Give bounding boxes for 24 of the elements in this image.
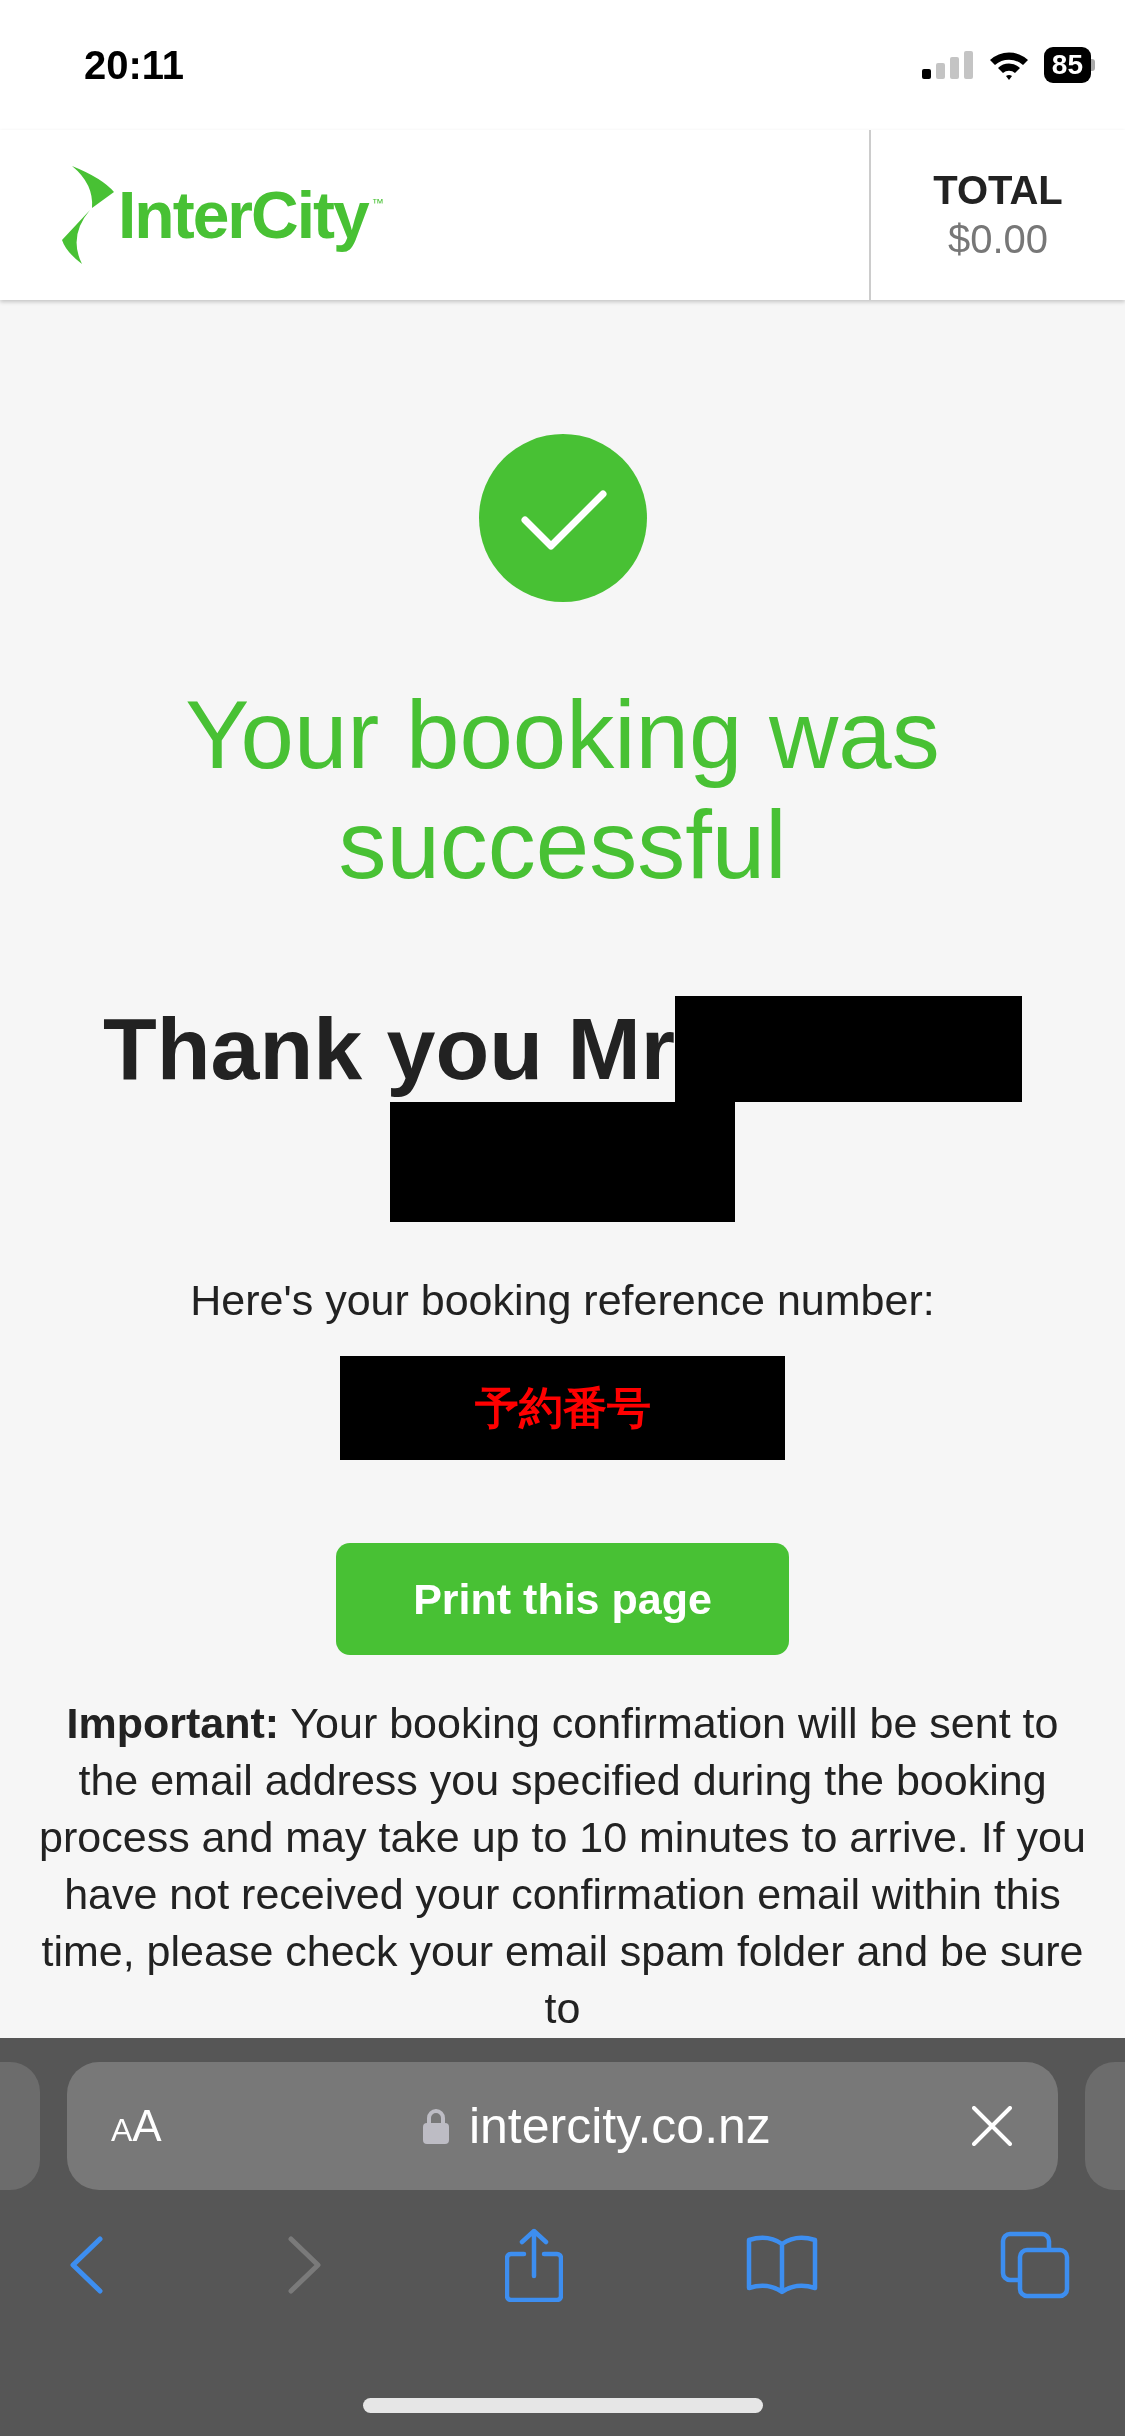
success-check-icon xyxy=(478,434,647,602)
tabs-icon[interactable] xyxy=(1000,2231,1070,2299)
share-icon[interactable] xyxy=(505,2228,563,2302)
url-text: intercity.co.nz xyxy=(468,2097,771,2155)
book-icon[interactable] xyxy=(745,2234,818,2296)
close-icon[interactable] xyxy=(972,2106,1012,2146)
reference-label: Here's your booking reference number: xyxy=(190,1275,935,1326)
signal-icon xyxy=(921,51,974,79)
notice-paragraph: Important: Your booking confirmation will be sent to the email address you specified during the booking process and may take up to 10 minutes to arrive. If you have not received your confirmation email within this time, please check your email spam folder and be sure to xyxy=(38,1698,1087,2034)
back-icon[interactable] xyxy=(68,2236,104,2294)
total-label: TOTAL xyxy=(933,168,1063,213)
print-button[interactable]: Print this page xyxy=(336,1543,789,1655)
trademark-mark: ™ xyxy=(371,196,384,210)
reader-button[interactable]: AA xyxy=(111,2101,162,2151)
reference-number: 予約番号 xyxy=(340,1356,785,1460)
battery-indicator: 85 xyxy=(1043,47,1095,83)
status-time: 20:11 xyxy=(84,42,185,88)
greeting-text: Thank you Mr xyxy=(102,998,675,1100)
success-title: Your booking was successful xyxy=(184,680,941,900)
lock-icon xyxy=(422,2108,449,2144)
address-bar[interactable]: AA intercity.co.nz xyxy=(67,2062,1058,2190)
logo-wordmark: InterCity xyxy=(118,177,368,253)
total-value: $0.00 xyxy=(947,217,1049,262)
logo-swoosh-icon xyxy=(62,166,114,264)
